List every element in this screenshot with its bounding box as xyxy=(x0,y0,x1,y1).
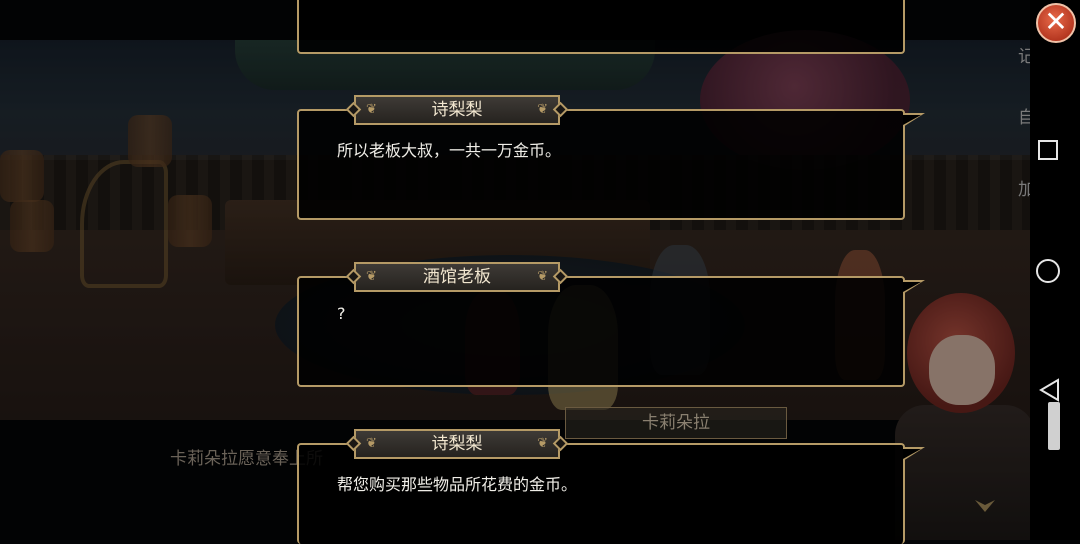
log-scrollbar[interactable] xyxy=(1048,402,1060,450)
square-icon[interactable] xyxy=(1038,140,1058,160)
current-speaker-name: 卡莉朵拉 xyxy=(565,407,787,439)
flourish-icon: ❦ xyxy=(366,102,377,117)
speaker-nameplate: ❦ 诗梨梨 ❦ xyxy=(345,429,569,459)
flourish-icon: ❦ xyxy=(366,436,377,451)
dialog-line: 帮您购买那些物品所花费的金币。 xyxy=(337,475,578,494)
dialog-line: 所以老板大叔，一共一万金币。 xyxy=(337,141,562,160)
flourish-icon: ❦ xyxy=(537,436,548,451)
speaker-name: 诗梨梨 xyxy=(431,434,483,454)
flourish-icon: ❦ xyxy=(366,269,377,284)
bubble-tail xyxy=(903,280,925,294)
speaker-name: 诗梨梨 xyxy=(431,100,483,120)
circle-icon[interactable] xyxy=(1036,259,1060,283)
dialog-line: ? xyxy=(337,304,346,323)
scroll-down-indicator-icon xyxy=(975,500,995,512)
speaker-nameplate: ❦ 酒馆老板 ❦ xyxy=(345,262,569,292)
close-icon[interactable]: ✕ xyxy=(1036,3,1076,43)
flourish-icon: ❦ xyxy=(537,269,548,284)
bubble-tail xyxy=(903,447,925,461)
log-entry: ❦ 酒馆老板 ❦ ? xyxy=(297,262,925,387)
log-entry: ❦ 诗梨梨 ❦ 帮您购买那些物品所花费的金币。 xyxy=(297,429,925,544)
log-entry: ❦ 诗梨梨 ❦ 所以老板大叔，一共一万金币。 xyxy=(297,95,925,220)
bubble-tail xyxy=(903,113,925,127)
speaker-nameplate: ❦ 诗梨梨 ❦ xyxy=(345,95,569,125)
flourish-icon: ❦ xyxy=(537,102,548,117)
log-entry xyxy=(297,0,905,54)
triangle-back-icon[interactable] xyxy=(1038,378,1062,402)
speaker-name: 酒馆老板 xyxy=(423,267,491,287)
